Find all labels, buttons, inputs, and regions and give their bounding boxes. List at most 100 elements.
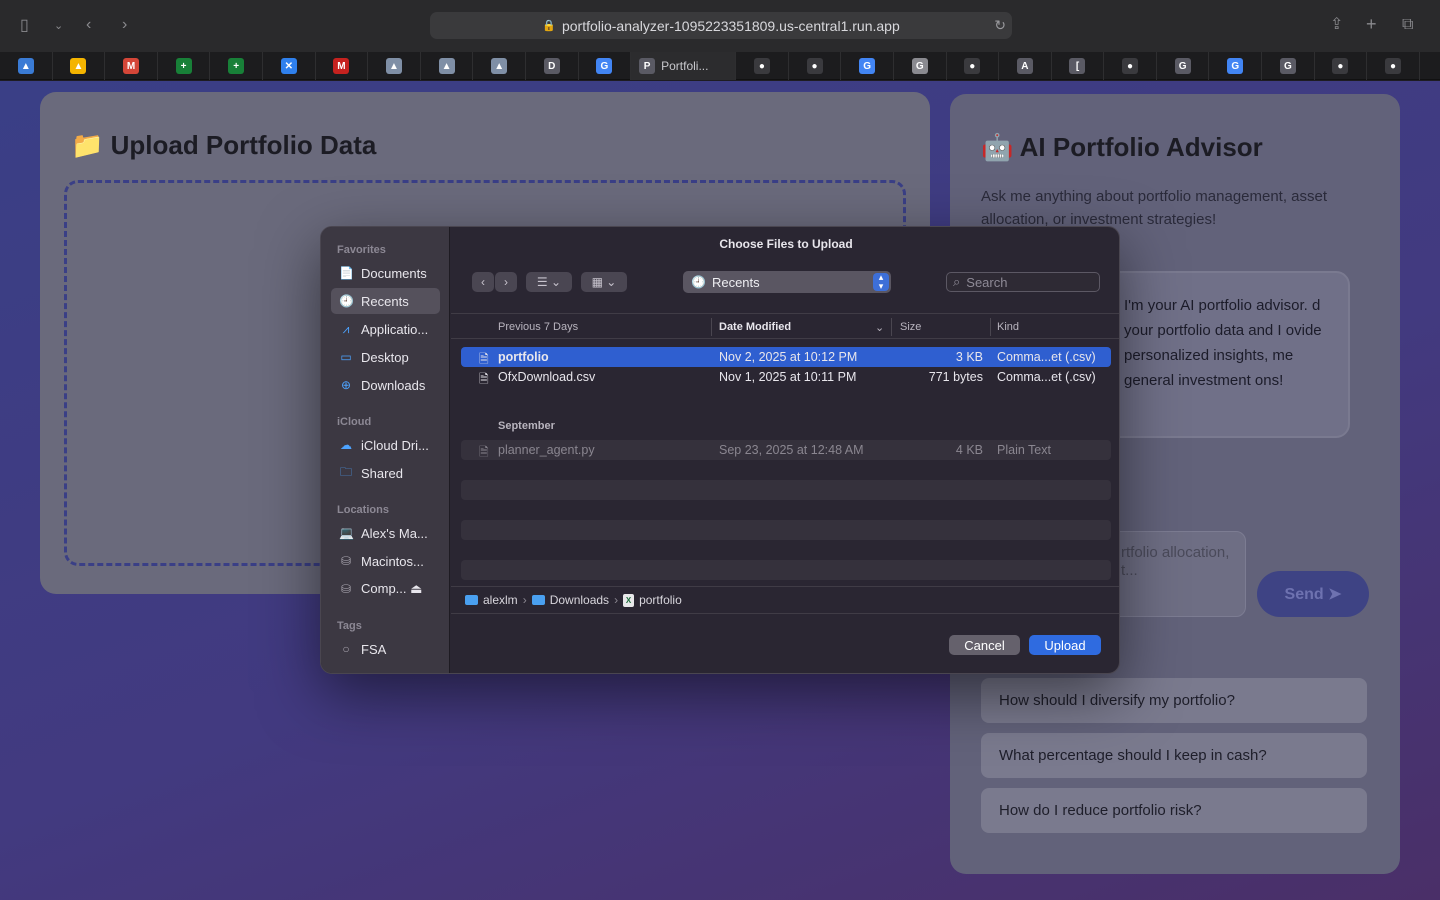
disk-icon: ⛁: [340, 582, 352, 596]
browser-tab[interactable]: ●: [1367, 52, 1420, 80]
github-icon: ●: [1122, 58, 1139, 74]
a-app-icon: A: [1016, 58, 1033, 74]
grid-view-button[interactable]: ▦ ⌄: [581, 272, 627, 292]
advisor-title: 🤖 AI Portfolio Advisor: [981, 132, 1263, 162]
sidebar-item-macintosh-hd[interactable]: ⛁ Macintos...: [331, 548, 440, 574]
sidebar-item-tag-fsa[interactable]: ○ FSA: [331, 636, 440, 662]
browser-tab[interactable]: [: [1052, 52, 1105, 80]
browser-tab[interactable]: ●: [736, 52, 789, 80]
browser-tab[interactable]: ▲: [0, 52, 53, 80]
search-placeholder: Search: [966, 274, 1008, 290]
lock-icon: 🔒: [542, 20, 556, 32]
list-view-button[interactable]: ☰ ⌄: [526, 272, 572, 292]
search-field[interactable]: ⌕ Search: [946, 272, 1100, 292]
sidebar-heading-tags: Tags: [337, 620, 362, 632]
send-button[interactable]: Send ➤: [1257, 571, 1369, 617]
share-icon[interactable]: ⇪: [1330, 15, 1343, 35]
column-header-name[interactable]: Previous 7 Days: [498, 321, 578, 333]
cancel-button[interactable]: Cancel: [949, 635, 1020, 655]
browser-tab[interactable]: ●: [947, 52, 1000, 80]
google-drive-icon: ▲: [70, 58, 87, 74]
new-tab-icon[interactable]: +: [1366, 14, 1377, 34]
file-row-ofxdownload[interactable]: 🗎 OfxDownload.csv Nov 1, 2025 at 10:11 P…: [461, 367, 1111, 387]
sidebar-item-computer[interactable]: 💻 Alex's Ma...: [331, 520, 440, 546]
sidebar-item-applications[interactable]: ⩘ Applicatio...: [331, 316, 440, 342]
forward-icon[interactable]: ›: [122, 15, 127, 35]
browser-tab[interactable]: M: [316, 52, 369, 80]
browser-tab[interactable]: ✕: [263, 52, 316, 80]
browser-tab[interactable]: G: [1157, 52, 1210, 80]
reload-icon[interactable]: ↻: [994, 17, 1006, 34]
browser-tab[interactable]: ▲: [53, 52, 106, 80]
back-icon[interactable]: ‹: [86, 15, 91, 35]
path-item[interactable]: Downloads: [550, 593, 609, 607]
suggestion-button[interactable]: How should I diversify my portfolio?: [981, 678, 1367, 723]
sidebar-item-icloud-drive[interactable]: ☁ iCloud Dri...: [331, 432, 440, 458]
sidebar-item-desktop[interactable]: ▭ Desktop: [331, 344, 440, 370]
column-header-date[interactable]: Date Modified: [719, 321, 791, 333]
document-icon: 🗎: [479, 445, 489, 459]
path-item[interactable]: portfolio: [639, 593, 682, 607]
google-icon: G: [596, 58, 613, 74]
file-size: 4 KB: [955, 443, 983, 457]
browser-tab[interactable]: +: [210, 52, 263, 80]
bracket-app-icon: [: [1069, 58, 1086, 74]
browser-tab[interactable]: A: [999, 52, 1052, 80]
tab-overview-icon[interactable]: ⧉: [1402, 15, 1413, 35]
browser-tab[interactable]: G: [1209, 52, 1263, 80]
browser-tab[interactable]: ▲: [473, 52, 526, 80]
sidebar-item-shared[interactable]: 🗀 Shared: [331, 460, 440, 486]
suggestion-button[interactable]: How do I reduce portfolio risk?: [981, 788, 1367, 833]
sidebar-item-label: Applicatio...: [361, 321, 429, 337]
column-header-size[interactable]: Size: [900, 321, 921, 333]
browser-tab[interactable]: ●: [1104, 52, 1157, 80]
browser-tab[interactable]: G: [1262, 52, 1315, 80]
search-icon: ⌕: [953, 274, 961, 289]
browser-tab[interactable]: M: [105, 52, 158, 80]
sidebar-item-label: Alex's Ma...: [361, 525, 428, 541]
browser-tab[interactable]: ▲: [421, 52, 474, 80]
google-icon: G: [859, 58, 876, 74]
browser-tab[interactable]: ●: [1315, 52, 1368, 80]
address-bar[interactable]: 🔒 portfolio-analyzer-1095223351809.us-ce…: [430, 12, 1012, 39]
path-item[interactable]: alexlm: [483, 593, 518, 607]
sidebar-item-downloads[interactable]: ⊕ Downloads: [331, 372, 440, 398]
active-tab[interactable]: P Portfoli...: [631, 52, 737, 80]
dialog-title: Choose Files to Upload: [719, 237, 853, 251]
browser-tab[interactable]: G: [894, 52, 947, 80]
file-row-portfolio[interactable]: 🗎 portfolio Nov 2, 2025 at 10:12 PM 3 KB…: [461, 347, 1111, 367]
sidebar-toggle-icon[interactable]: ▯: [20, 16, 29, 36]
clock-icon: 🕘: [691, 275, 706, 289]
url-text: portfolio-analyzer-1095223351809.us-cent…: [561, 17, 900, 34]
google-drive-icon: ▲: [17, 58, 34, 74]
browser-tab[interactable]: ●: [789, 52, 842, 80]
browser-tab[interactable]: +: [158, 52, 211, 80]
dialog-sidebar: Favorites 📄 Documents 🕘 Recents ⩘ Applicati…: [321, 227, 450, 673]
browser-tab[interactable]: G: [579, 52, 632, 80]
google-sheets-icon: +: [228, 58, 245, 74]
file-name: OfxDownload.csv: [498, 370, 596, 384]
location-select[interactable]: 🕘 Recents ▴ ▾: [683, 271, 891, 293]
chevron-down-icon[interactable]: ⌄: [54, 16, 63, 36]
browser-tab[interactable]: D: [526, 52, 579, 80]
column-header-row: Previous 7 Days Date Modified ⌄ Size Kin…: [451, 313, 1119, 339]
back-button[interactable]: ‹: [472, 272, 494, 292]
gmail-icon: M: [122, 58, 139, 74]
sidebar-item-recents[interactable]: 🕘 Recents: [331, 288, 440, 314]
browser-tab[interactable]: G: [841, 52, 894, 80]
tab-title: Portfoli...: [661, 59, 709, 73]
forward-button[interactable]: ›: [495, 272, 517, 292]
sidebar-item-documents[interactable]: 📄 Documents: [331, 260, 440, 286]
sidebar-item-label: Shared: [361, 465, 403, 481]
grid-icon: ▦ ⌄: [591, 275, 617, 289]
browser-tab[interactable]: ▲: [368, 52, 421, 80]
cloud-icon: ☁: [340, 438, 352, 452]
advisor-description: Ask me anything about portfolio manageme…: [981, 188, 1328, 228]
sidebar-item-label: Recents: [361, 293, 409, 309]
suggestion-button[interactable]: What percentage should I keep in cash?: [981, 733, 1367, 778]
column-header-kind[interactable]: Kind: [997, 321, 1019, 333]
sidebar-item-label: FSA: [361, 641, 387, 657]
sidebar-item-external-disk[interactable]: ⛁ Comp... ⏏: [331, 576, 440, 602]
upload-button[interactable]: Upload: [1029, 635, 1101, 655]
sidebar-item-label: Comp... ⏏: [361, 581, 423, 596]
